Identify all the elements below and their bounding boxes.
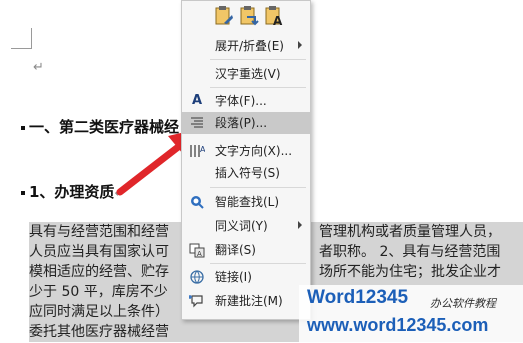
menu-item-paragraph[interactable]: 段落(P)... bbox=[182, 112, 310, 134]
bullet-marker bbox=[21, 125, 25, 130]
context-menu[interactable]: A 展开/折叠(E) 汉字重选(V) A 段落(P)... 字体(F)... 段… bbox=[181, 0, 311, 320]
paste-options-toolbar: A bbox=[182, 1, 310, 33]
svg-text:A: A bbox=[197, 250, 202, 258]
menu-item-hanzi-reselect[interactable]: 汉字重选(V) bbox=[182, 63, 310, 85]
paste-merge-icon[interactable] bbox=[239, 5, 259, 27]
submenu-arrow-icon bbox=[298, 41, 302, 49]
watermark-subtitle: 办公软件教程 bbox=[430, 297, 496, 310]
paste-text-only-icon[interactable]: A bbox=[264, 5, 284, 27]
heading-2-text: 1、办理资质 bbox=[29, 183, 115, 201]
menu-separator bbox=[210, 87, 306, 88]
smart-lookup-icon bbox=[189, 194, 205, 210]
menu-separator bbox=[210, 263, 306, 264]
bullet-marker bbox=[21, 190, 25, 195]
watermark-logo: Word12345 办公软件教程 www.word12345.com bbox=[299, 285, 523, 343]
menu-item-text-direction[interactable]: A 文字方向(X)... bbox=[182, 140, 310, 162]
menu-item-synonyms[interactable]: 同义词(Y) bbox=[182, 215, 310, 237]
link-icon bbox=[189, 269, 205, 285]
watermark-brand: Word12345 bbox=[307, 287, 409, 308]
font-icon: A bbox=[191, 93, 203, 108]
paragraph-icon bbox=[189, 115, 205, 131]
new-comment-icon bbox=[188, 293, 205, 309]
heading-2[interactable]: 1、办理资质↵ bbox=[21, 181, 125, 202]
svg-text:A: A bbox=[200, 145, 205, 154]
menu-item-new-comment[interactable]: 新建批注(M) bbox=[182, 290, 310, 312]
submenu-arrow-icon bbox=[298, 221, 302, 229]
paragraph-mark: ↵ bbox=[33, 60, 44, 75]
menu-separator bbox=[210, 59, 306, 60]
svg-text:A: A bbox=[273, 14, 283, 27]
translate-icon: A bbox=[189, 242, 205, 258]
menu-item-font[interactable]: A 段落(P)... 字体(F)... bbox=[182, 90, 310, 112]
watermark-url: www.word12345.com bbox=[307, 315, 489, 335]
menu-separator bbox=[210, 187, 306, 188]
page-margin-corner bbox=[11, 28, 32, 49]
menu-item-expand-collapse[interactable]: 展开/折叠(E) bbox=[182, 35, 310, 57]
menu-item-translate[interactable]: A 翻译(S) bbox=[182, 239, 310, 261]
text-direction-icon: A bbox=[189, 143, 206, 159]
paste-keep-formatting-icon[interactable] bbox=[214, 5, 234, 27]
menu-item-link[interactable]: 链接(I) bbox=[182, 266, 310, 288]
menu-item-smart-lookup[interactable]: 智能查找(L) bbox=[182, 191, 310, 213]
menu-item-insert-symbol[interactable]: 插入符号(S) bbox=[182, 162, 310, 184]
